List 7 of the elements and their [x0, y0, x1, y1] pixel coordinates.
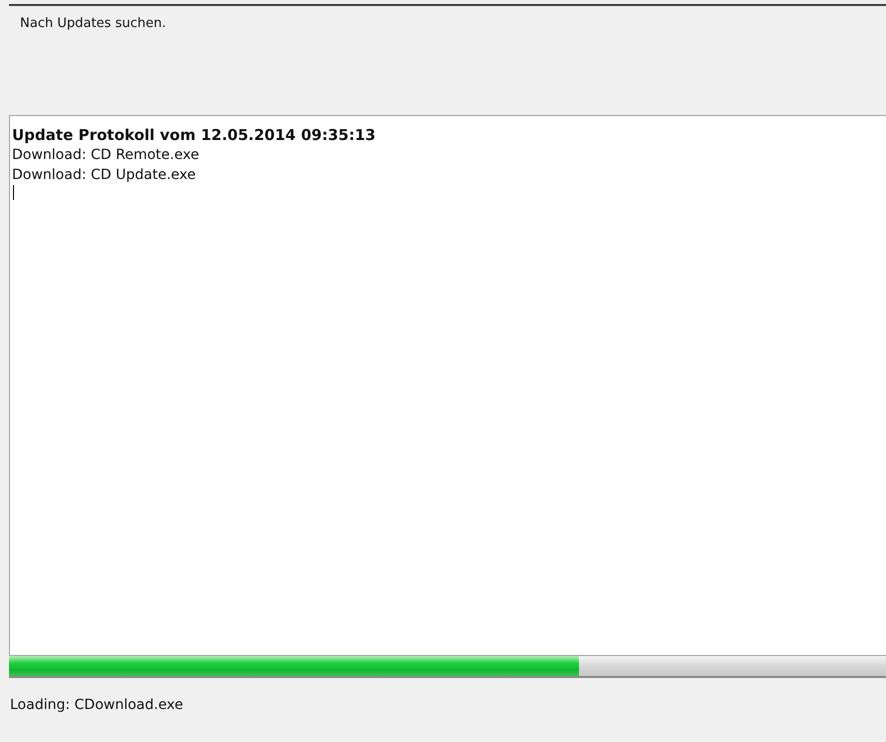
- status-text: Loading: CDownload.exe: [10, 697, 184, 713]
- log-title: Update Protokoll vom 12.05.2014 09:35:13: [12, 126, 377, 145]
- log-line: Download: CD Remote.exe: [12, 146, 200, 165]
- info-text: Nach Updates suchen.: [20, 16, 166, 31]
- log-text-area[interactable]: Update Protokoll vom 12.05.2014 09:35:13 Download: CD Remote.exe Download: CD Update.exe: [9, 116, 886, 656]
- text-cursor: [13, 185, 14, 200]
- log-line: Download: CD Update.exe: [12, 166, 197, 185]
